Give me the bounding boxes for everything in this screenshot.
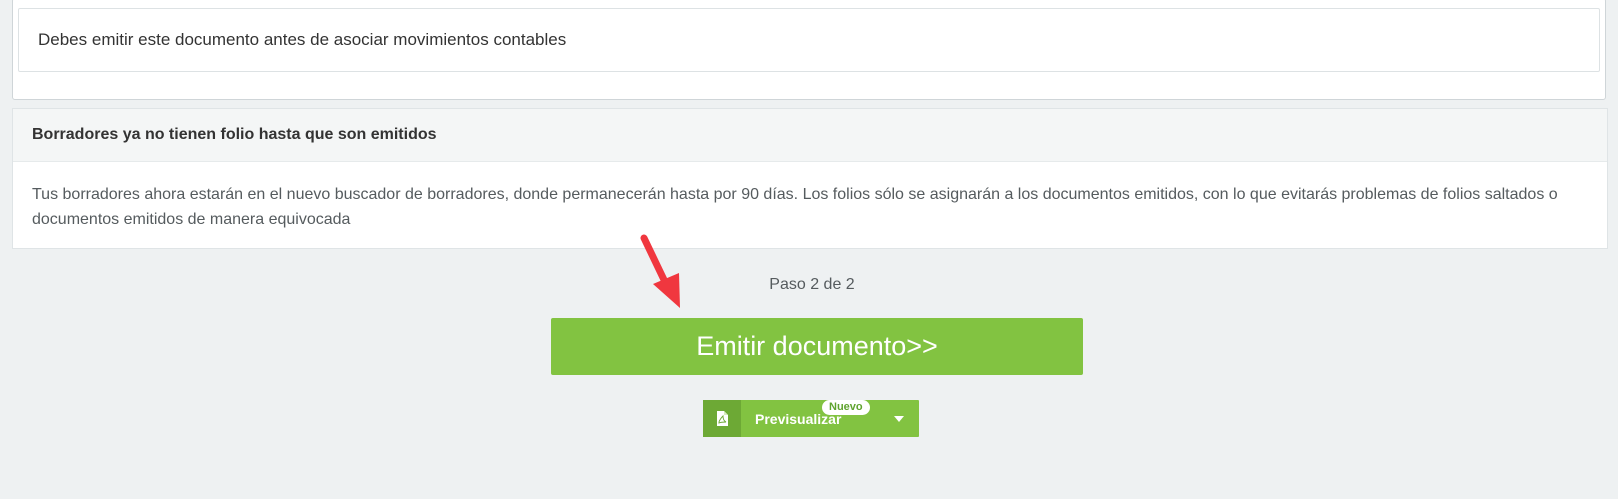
- new-badge: Nuevo: [822, 400, 870, 415]
- pdf-file-icon: [717, 411, 728, 426]
- info-panel-title: Borradores ya no tienen folio hasta que …: [32, 126, 437, 143]
- emit-document-button[interactable]: Emitir documento>>: [551, 318, 1083, 375]
- notice-card: Debes emitir este documento antes de aso…: [12, 0, 1606, 100]
- preview-split-button: Previsualizar: [703, 400, 919, 437]
- preview-dropdown-toggle[interactable]: [879, 400, 919, 437]
- preview-icon-button[interactable]: [703, 400, 741, 437]
- info-panel-header: Borradores ya no tienen folio hasta que …: [13, 109, 1607, 162]
- caret-down-icon: [894, 415, 904, 422]
- info-panel-body: Tus borradores ahora estarán en el nuevo…: [32, 186, 1558, 228]
- info-panel: Borradores ya no tienen folio hasta que …: [12, 108, 1608, 249]
- step-indicator: Paso 2 de 2: [769, 276, 855, 293]
- red-arrow-pointer-icon: [640, 234, 680, 308]
- notice-message: Debes emitir este documento antes de aso…: [38, 30, 567, 49]
- notice-message-box: Debes emitir este documento antes de aso…: [18, 8, 1600, 72]
